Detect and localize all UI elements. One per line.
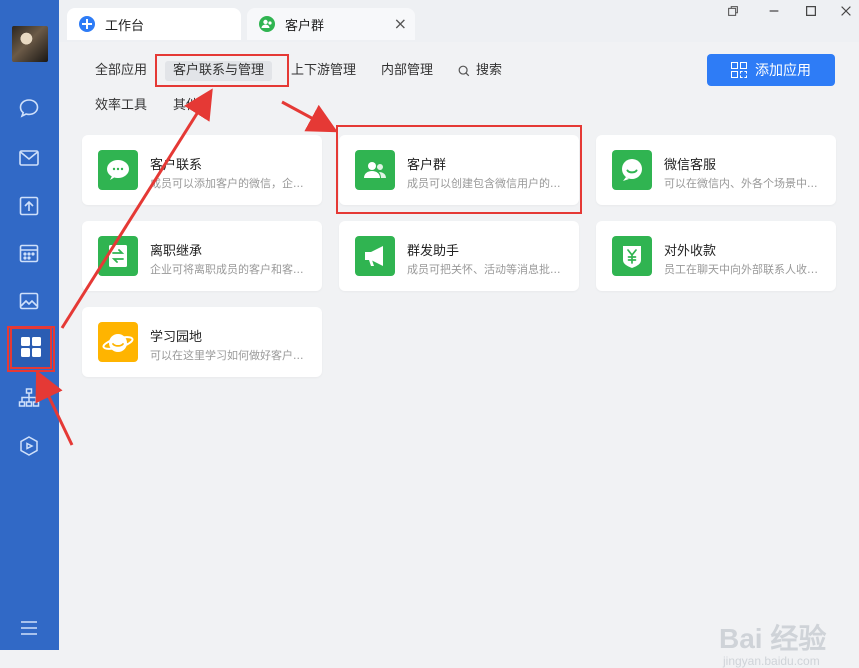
watermark-url: jingyan.baidu.com [723, 654, 820, 668]
app-card-mass-message[interactable]: 群发助手 成员可把关怀、活动等消息批... [339, 221, 579, 291]
maximize-window-icon[interactable] [801, 4, 821, 20]
customer-group-tab-icon [259, 16, 275, 32]
pin-window-icon[interactable] [723, 4, 743, 20]
customer-service-icon [612, 150, 652, 190]
add-app-label: 添加应用 [755, 63, 811, 79]
document-icon[interactable] [17, 194, 41, 218]
annotation-box-workbench [7, 326, 55, 372]
app-desc: 成员可以添加客户的微信，企... [150, 177, 304, 190]
app-desc: 可以在微信内、外各个场景中... [664, 177, 818, 190]
app-card-customer-contact[interactable]: 客户联系 成员可以添加客户的微信，企... [82, 135, 322, 205]
annotation-box-category [155, 54, 289, 87]
transfer-icon [98, 236, 138, 276]
tab-workbench[interactable]: 工作台 [67, 8, 241, 40]
app-name: 离职继承 [150, 244, 203, 259]
tab-label: 工作台 [105, 18, 145, 34]
menu-icon[interactable] [17, 616, 41, 640]
chat-icon[interactable] [17, 96, 41, 120]
cube-icon[interactable] [17, 434, 41, 458]
category-search[interactable]: 搜索 [457, 61, 502, 81]
app-name: 微信客服 [664, 158, 717, 173]
planet-icon [98, 322, 138, 362]
app-name: 客户联系 [150, 158, 203, 173]
annotation-box-customer-group [336, 125, 582, 214]
app-card-resignation-inherit[interactable]: 离职继承 企业可将离职成员的客户和客... [82, 221, 322, 291]
tab-label: 客户群 [285, 18, 325, 34]
tab-bar: 工作台 客户群 × [59, 0, 859, 42]
app-card-learning-garden[interactable]: 学习园地 可以在这里学习如何做好客户... [82, 307, 322, 377]
megaphone-icon [355, 236, 395, 276]
app-card-external-payment[interactable]: 对外收款 员工在聊天中向外部联系人收款... [596, 221, 836, 291]
add-app-icon [731, 62, 747, 78]
sidebar [0, 0, 59, 650]
workbench-tab-icon [79, 16, 95, 32]
tab-customer-group[interactable]: 客户群 × [247, 8, 415, 40]
app-desc: 员工在聊天中向外部联系人收款... [664, 263, 822, 276]
calendar-icon[interactable] [17, 241, 41, 265]
category-all-apps[interactable]: 全部应用 [95, 61, 147, 81]
search-icon [458, 65, 470, 77]
search-label: 搜索 [476, 63, 503, 78]
app-desc: 成员可把关怀、活动等消息批... [407, 263, 561, 276]
category-internal[interactable]: 内部管理 [381, 61, 433, 81]
watermark-logo: Bai 经验 [719, 623, 827, 654]
category-upstream-downstream[interactable]: 上下游管理 [291, 61, 356, 81]
category-efficiency-tools[interactable]: 效率工具 [95, 96, 147, 116]
org-chart-icon[interactable] [17, 386, 41, 410]
close-window-icon[interactable] [836, 4, 856, 20]
app-name: 群发助手 [407, 244, 460, 259]
app-desc: 企业可将离职成员的客户和客... [150, 263, 304, 276]
photo-icon[interactable] [17, 289, 41, 313]
yuan-icon [612, 236, 652, 276]
minimize-window-icon[interactable] [764, 4, 784, 20]
mail-icon[interactable] [17, 146, 41, 170]
app-name: 对外收款 [664, 244, 717, 259]
app-card-wechat-service[interactable]: 微信客服 可以在微信内、外各个场景中... [596, 135, 836, 205]
add-app-button[interactable]: 添加应用 [707, 54, 835, 86]
app-name: 学习园地 [150, 330, 203, 345]
avatar[interactable] [12, 26, 48, 62]
close-tab-icon[interactable]: × [394, 14, 407, 33]
category-other[interactable]: 其他 [173, 96, 199, 116]
app-desc: 可以在这里学习如何做好客户... [150, 349, 304, 362]
wechat-chat-icon [98, 150, 138, 190]
